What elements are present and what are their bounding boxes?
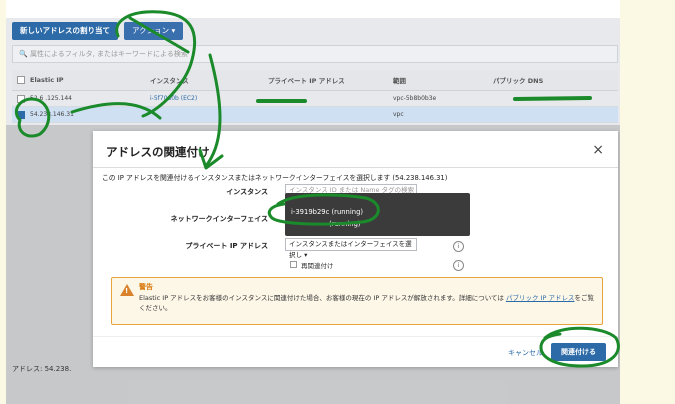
info-icon[interactable]: i xyxy=(453,260,464,271)
table-row[interactable]: 54.238.146.31 vpc xyxy=(12,107,618,123)
dropdown-option[interactable]: (running) xyxy=(329,220,361,228)
divider xyxy=(93,336,618,337)
table-header: Elastic IP インスタンス プライベート IP アドレス 範囲 パブリッ… xyxy=(12,70,618,91)
warning-title: 警告 xyxy=(139,283,153,291)
address-footer-label: アドレス: 54.238. xyxy=(12,365,72,373)
header-scope[interactable]: 範囲 xyxy=(393,75,493,85)
cell-instance[interactable]: i-5f70d0b (EC2) xyxy=(150,95,268,102)
associate-address-dialog: アドレスの関連付け × この IP アドレスを関連付けるインスタンスまたはネット… xyxy=(93,131,618,367)
warning-box: ! 警告 Elastic IP アドレスをお客様のインスタンスに関連付けた場合、… xyxy=(111,277,603,325)
select-all-checkbox[interactable] xyxy=(17,76,25,84)
table-row[interactable]: 52.6 .125.144 i-5f70d0b (EC2) vpc-5b8b0b… xyxy=(12,91,618,107)
dialog-title: アドレスの関連付け xyxy=(106,145,210,159)
header-public-dns[interactable]: パブリック DNS xyxy=(493,75,613,85)
info-icon[interactable]: i xyxy=(453,241,464,252)
cancel-button[interactable]: キャンセル xyxy=(508,348,543,358)
filter-input[interactable]: 🔍 属性によるフィルタ, またはキーワードによる検索 xyxy=(12,45,618,63)
private-ip-label: プライベート IP アドレス xyxy=(185,242,268,250)
top-bar xyxy=(6,0,620,18)
network-interface-label: ネットワークインターフェイス xyxy=(170,215,268,223)
private-ip-select[interactable]: インスタンスまたはインターフェイスを選択し ▾ xyxy=(285,238,417,259)
public-ip-link[interactable]: パブリック IP アドレス xyxy=(506,294,574,302)
elastic-ip-table: Elastic IP インスタンス プライベート IP アドレス 範囲 パブリッ… xyxy=(12,70,618,123)
reassociate-label: 再関連付け xyxy=(301,262,334,270)
divider xyxy=(93,167,618,168)
dialog-description: この IP アドレスを関連付けるインスタンスまたはネットワークインターフェイスを… xyxy=(102,174,448,182)
cell-scope: vpc xyxy=(393,111,404,118)
cell-ip: 54.238.146.31 xyxy=(30,111,74,118)
warning-text: Elastic IP アドレスをお客様のインスタンスに関連付けた場合、お客様の現… xyxy=(139,294,594,312)
associate-button[interactable]: 関連付ける xyxy=(551,343,606,361)
close-icon[interactable]: × xyxy=(592,142,604,158)
cell-ip: 52.6 .125.144 xyxy=(30,95,72,102)
row-checkbox[interactable] xyxy=(17,94,25,103)
new-address-button[interactable]: 新しいアドレスの割り当て xyxy=(12,22,118,40)
header-elastic-ip[interactable]: Elastic IP xyxy=(30,76,150,84)
filter-placeholder: 属性によるフィルタ, またはキーワードによる検索 xyxy=(29,50,188,58)
actions-button[interactable]: アクション ▾ xyxy=(124,22,184,40)
search-icon: 🔍 xyxy=(19,50,28,58)
warning-icon-mark: ! xyxy=(125,287,129,295)
dropdown-option[interactable]: i-3919b29c (running) xyxy=(291,208,363,216)
reassociate-checkbox[interactable] xyxy=(290,261,297,268)
header-instance[interactable]: インスタンス xyxy=(150,75,268,85)
toolbar: 新しいアドレスの割り当て アクション ▾ xyxy=(12,22,184,40)
instance-dropdown: i-3919b29c (running) (running) xyxy=(285,193,470,236)
instance-label: インスタンス xyxy=(226,188,268,196)
header-private-ip[interactable]: プライベート IP アドレス xyxy=(268,75,393,85)
row-checkbox[interactable] xyxy=(17,110,25,119)
ec2-console: 新しいアドレスの割り当て アクション ▾ 🔍 属性によるフィルタ, またはキーワ… xyxy=(6,0,620,404)
cell-scope: vpc-5b8b0b3e xyxy=(393,95,437,102)
